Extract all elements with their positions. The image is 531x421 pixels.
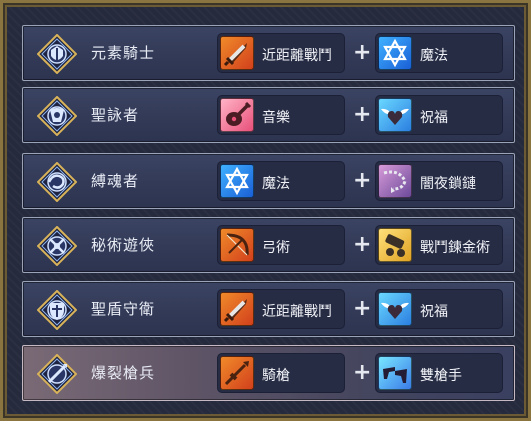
skill-label: 祝福 [420, 304, 448, 320]
soulbinder-emblem-icon [37, 162, 77, 202]
skill-label: 魔法 [262, 176, 290, 192]
class-combination-panel: 元素騎士 近距離戰鬥 + 魔法 聖詠者 音樂 + 祝福 縛魂者 魔法 + 闇夜鎖… [0, 0, 531, 421]
skill-label: 騎槍 [262, 368, 290, 384]
lute-icon [220, 98, 254, 132]
skill-label: 魔法 [420, 48, 448, 64]
winged-heart-icon [378, 98, 412, 132]
class-row-arcane-ranger[interactable]: 秘術遊俠 弓術 + 戰鬥鍊金術 [22, 217, 515, 273]
plus-sign: + [353, 296, 372, 321]
elemental-knight-emblem-icon [37, 34, 77, 74]
hexagram-icon [378, 36, 412, 70]
skill-label: 弓術 [262, 240, 290, 256]
class-name: 聖盾守衛 [91, 300, 156, 318]
skill-slot-2[interactable]: 雙槍手 [375, 353, 503, 393]
bow-icon [220, 228, 254, 262]
skill-slot-2[interactable]: 魔法 [375, 33, 503, 73]
class-name: 爆裂槍兵 [91, 364, 156, 382]
skill-slot-1[interactable]: 音樂 [217, 95, 345, 135]
class-name: 聖詠者 [91, 106, 140, 124]
plus-sign: + [353, 102, 372, 127]
hexagram-icon [220, 164, 254, 198]
skill-slot-1[interactable]: 魔法 [217, 161, 345, 201]
class-name: 元素騎士 [91, 44, 156, 62]
class-row-soulbinder[interactable]: 縛魂者 魔法 + 闇夜鎖鏈 [22, 153, 515, 209]
skill-label: 音樂 [262, 110, 290, 126]
skill-slot-2[interactable]: 闇夜鎖鏈 [375, 161, 503, 201]
skill-label: 戰鬥鍊金術 [420, 240, 490, 256]
class-row-saint-bard[interactable]: 聖詠者 音樂 + 祝福 [22, 87, 515, 143]
skill-slot-2[interactable]: 祝福 [375, 95, 503, 135]
blast-lancer-emblem-icon [37, 354, 77, 394]
class-name: 秘術遊俠 [91, 236, 156, 254]
class-name: 縛魂者 [91, 172, 140, 190]
skill-slot-2[interactable]: 祝福 [375, 289, 503, 329]
skill-slot-1[interactable]: 近距離戰鬥 [217, 289, 345, 329]
cannon-icon [378, 228, 412, 262]
skill-label: 雙槍手 [420, 368, 462, 384]
plus-sign: + [353, 360, 372, 385]
skill-slot-1[interactable]: 騎槍 [217, 353, 345, 393]
skill-label: 近距離戰鬥 [262, 48, 332, 64]
plus-sign: + [353, 40, 372, 65]
plus-sign: + [353, 232, 372, 257]
skill-label: 近距離戰鬥 [262, 304, 332, 320]
sword-icon [220, 36, 254, 70]
sword-icon [220, 292, 254, 326]
skill-slot-1[interactable]: 弓術 [217, 225, 345, 265]
winged-heart-icon [378, 292, 412, 326]
skill-label: 祝福 [420, 110, 448, 126]
holy-shield-guardian-emblem-icon [37, 290, 77, 330]
arcane-ranger-emblem-icon [37, 226, 77, 266]
skill-slot-1[interactable]: 近距離戰鬥 [217, 33, 345, 73]
skill-slot-2[interactable]: 戰鬥鍊金術 [375, 225, 503, 265]
class-row-elemental-knight[interactable]: 元素騎士 近距離戰鬥 + 魔法 [22, 25, 515, 81]
skill-label: 闇夜鎖鏈 [420, 176, 476, 192]
class-row-blast-lancer[interactable]: 爆裂槍兵 騎槍 + 雙槍手 [22, 345, 515, 401]
saint-bard-emblem-icon [37, 96, 77, 136]
lance-icon [220, 356, 254, 390]
chain-icon [378, 164, 412, 198]
dual-pistols-icon [378, 356, 412, 390]
class-row-holy-shield-guardian[interactable]: 聖盾守衛 近距離戰鬥 + 祝福 [22, 281, 515, 337]
plus-sign: + [353, 168, 372, 193]
